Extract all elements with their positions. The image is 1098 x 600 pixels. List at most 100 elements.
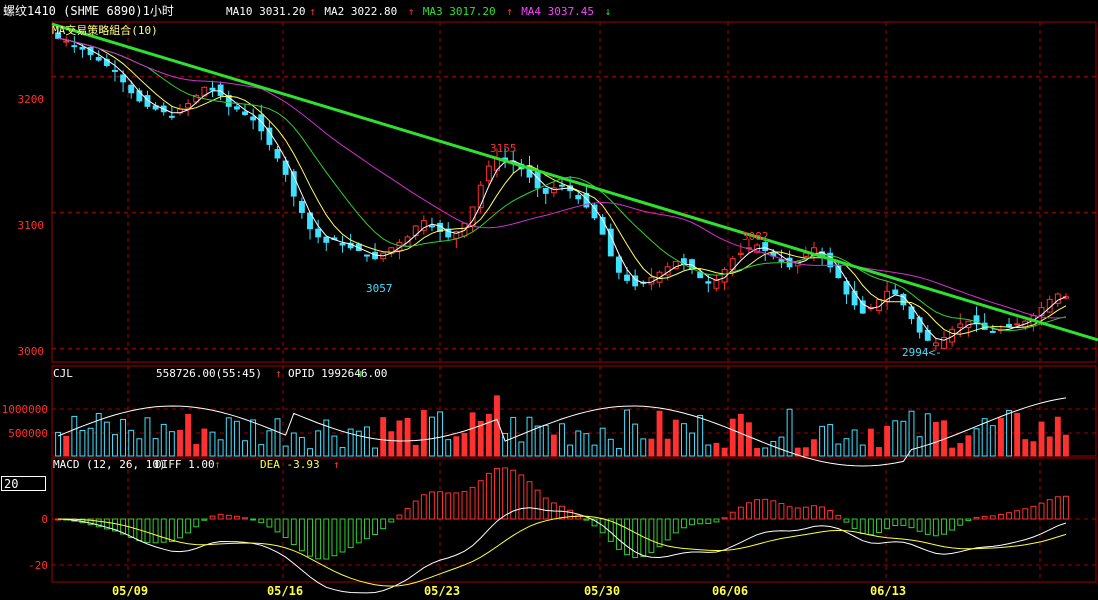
macd-bar <box>396 514 403 520</box>
volume-bar <box>494 395 500 457</box>
macd-bar <box>811 505 817 520</box>
volume-bar <box>770 440 777 457</box>
macd-bar <box>485 472 492 520</box>
macd-bar <box>185 518 192 534</box>
volume-bar <box>233 420 240 457</box>
volume-bar <box>144 417 151 457</box>
candle-body <box>713 279 720 289</box>
volume-bar <box>632 423 639 457</box>
macd-bar <box>689 518 695 526</box>
ma-line <box>58 37 1067 341</box>
volume-bar <box>396 420 403 457</box>
volume-bars <box>55 395 1069 457</box>
macd-bar <box>973 517 980 520</box>
volume-bar <box>201 428 208 457</box>
candle-body <box>242 111 248 115</box>
candle-body <box>71 45 78 48</box>
volume-bar <box>1014 412 1021 457</box>
volume-tick-label: 1000000 <box>2 403 48 416</box>
volume-bar <box>168 431 175 457</box>
macd-bar <box>965 518 972 522</box>
volume-bar <box>567 444 574 457</box>
volume-bar <box>388 431 395 457</box>
volume-bar <box>420 410 427 457</box>
macd-bar <box>1054 496 1061 520</box>
price-tick-label: 3200 <box>18 93 45 106</box>
candle-body <box>989 330 996 333</box>
volume-bar <box>737 413 744 457</box>
macd-bar <box>363 518 370 540</box>
macd-bar <box>168 518 175 543</box>
macd-label: MACD (12, 26, 10) <box>53 458 166 471</box>
volume-bar <box>152 438 159 457</box>
volume-bar <box>981 418 988 457</box>
macd-bar <box>429 491 435 520</box>
volume-bar <box>989 425 996 457</box>
price-annotation: 3155 <box>490 142 517 155</box>
x-tick-label: 06/13 <box>870 584 906 598</box>
price-annotation: 3082 <box>742 230 769 243</box>
macd-bar <box>664 518 671 541</box>
volume-bar <box>607 438 614 457</box>
volume-bar <box>664 438 671 457</box>
volume-bar <box>997 417 1004 457</box>
macd-bar <box>217 513 224 520</box>
candle-body <box>1014 323 1021 326</box>
macd-dea-arrow: ↑ <box>333 458 340 471</box>
volume-tick-label: 500000 <box>8 427 48 440</box>
volume-bar <box>209 431 216 457</box>
macd-bar <box>372 518 378 536</box>
x-axis-labels: 05/09 05/16 05/23 05/30 06/06 06/13 <box>112 584 906 598</box>
macd-bar <box>997 513 1004 520</box>
macd-bar <box>412 500 419 520</box>
macd-bar <box>233 515 240 520</box>
candle-body <box>120 74 127 83</box>
volume-bar <box>575 430 582 457</box>
candle-body <box>957 323 964 329</box>
macd-bar <box>542 497 549 520</box>
candle-body <box>559 184 565 187</box>
volume-bar <box>225 417 232 457</box>
macd-bar <box>437 491 444 520</box>
macd-bar <box>1062 495 1069 520</box>
volume-bar <box>282 445 289 457</box>
price-tick-label: 3100 <box>18 219 45 232</box>
volume-bar <box>363 426 370 457</box>
x-tick-label: 05/16 <box>267 584 303 598</box>
macd-bar <box>242 517 248 520</box>
candle-body <box>95 57 102 61</box>
macd-bar <box>461 490 468 520</box>
period-input[interactable]: 20 <box>1 476 46 491</box>
volume-bar <box>811 439 817 457</box>
volume-bar <box>640 438 647 457</box>
volume-bar <box>559 423 565 457</box>
volume-bar <box>120 418 127 457</box>
volume-label: CJL <box>53 367 73 380</box>
volume-bar <box>437 411 444 457</box>
ma-readout-arrow: ↑ <box>506 5 513 18</box>
macd-bar <box>835 514 842 520</box>
panel-frame <box>51 21 1097 363</box>
macd-bar <box>323 518 330 560</box>
volume-bar <box>851 429 858 457</box>
macd-bar <box>713 518 720 523</box>
volume-bar <box>339 447 346 457</box>
ma-readout-arrow: ↑ <box>408 5 415 18</box>
volume-bar <box>485 413 492 457</box>
volume-bar <box>729 418 736 457</box>
volume-bar <box>315 430 322 457</box>
macd-bar <box>778 503 785 520</box>
volume-bar <box>266 430 273 457</box>
volume-arrow: ↑ <box>275 367 282 380</box>
macd-bar <box>355 518 362 544</box>
volume-bar <box>518 441 525 457</box>
volume-bar <box>469 412 476 457</box>
macd-bar <box>680 518 687 529</box>
macd-bar <box>388 518 395 523</box>
volume-bar <box>786 408 793 457</box>
candle-body <box>217 84 224 96</box>
candle-body <box>339 242 346 246</box>
volume-bar <box>404 417 411 457</box>
opid-arrow: ↓ <box>357 367 364 380</box>
macd-bar <box>193 518 200 528</box>
